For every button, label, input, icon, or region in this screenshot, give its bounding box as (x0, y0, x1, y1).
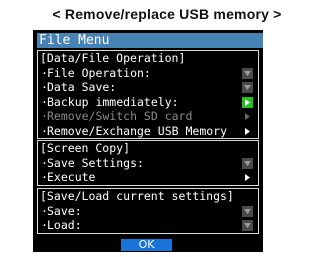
menu-item-save[interactable]: ·Save: (38, 204, 258, 219)
down-arrow-icon (242, 82, 253, 93)
page-caption: < Remove/replace USB memory > (52, 6, 282, 22)
right-arrow-icon (242, 126, 253, 137)
menu-item-label: Load: (47, 218, 82, 232)
menu-item-backup-immediately[interactable]: ·Backup immediately: (38, 95, 258, 110)
right-arrow-icon (242, 172, 253, 183)
section-header: [Screen Copy] (40, 141, 131, 155)
menu-item-label: Save: (47, 203, 82, 218)
ok-button[interactable]: OK (121, 239, 172, 251)
right-arrow-icon (242, 111, 253, 122)
device-screen: File Menu [Data/File Operation] ·File Op… (33, 30, 263, 252)
section-header: [Save/Load current settings] (40, 189, 234, 203)
menu-item-label: Backup immediately: (47, 94, 179, 109)
menu-item-label: Remove/Exchange USB Memory (47, 123, 228, 138)
down-arrow-icon (242, 205, 253, 217)
menu-item-label: Remove/Switch SD card (47, 109, 193, 123)
menu-item-execute[interactable]: ·Execute (38, 170, 258, 185)
section-save-load-settings: [Save/Load current settings] ·Save: ·Loa… (37, 188, 259, 234)
down-arrow-icon (242, 67, 253, 79)
menu-item-remove-switch-sd-card: ·Remove/Switch SD card (38, 109, 258, 124)
menu-item-label: Data Save: (47, 80, 117, 94)
menu-item-remove-exchange-usb-memory[interactable]: ·Remove/Exchange USB Memory (38, 124, 258, 139)
section-data-file-operation: [Data/File Operation] ·File Operation: ·… (37, 50, 259, 139)
menu-title: File Menu (37, 33, 263, 48)
section-screen-copy: [Screen Copy] ·Save Settings: ·Execute (37, 140, 259, 186)
menu-item-load[interactable]: ·Load: (38, 218, 258, 233)
right-arrow-green-icon (242, 96, 253, 108)
down-arrow-icon (242, 220, 253, 231)
menu-item-label: Save Settings: (47, 155, 144, 170)
menu-item-file-operation[interactable]: ·File Operation: (38, 66, 258, 81)
menu-item-save-settings[interactable]: ·Save Settings: (38, 156, 258, 171)
down-arrow-icon (242, 157, 253, 169)
menu-item-label: Execute (47, 170, 96, 184)
section-header: [Data/File Operation] (40, 51, 186, 65)
menu-item-label: File Operation: (47, 65, 151, 80)
menu-item-data-save[interactable]: ·Data Save: (38, 80, 258, 95)
